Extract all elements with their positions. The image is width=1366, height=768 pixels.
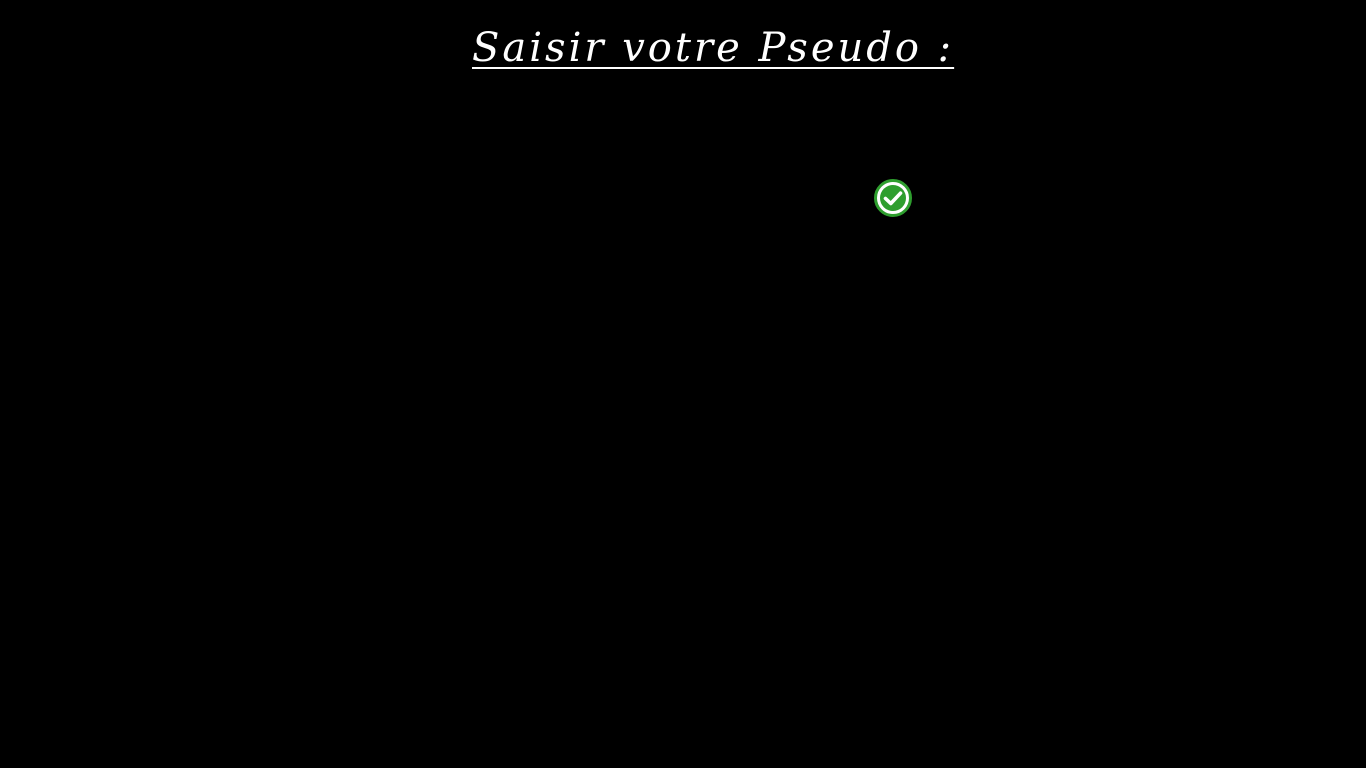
check-circle-icon — [874, 179, 912, 217]
validate-button[interactable] — [873, 178, 913, 218]
page-title: Saisir votre Pseudo : — [472, 25, 955, 71]
pseudo-input[interactable] — [500, 180, 860, 216]
pseudo-screen: Saisir votre Pseudo : — [0, 0, 1366, 768]
